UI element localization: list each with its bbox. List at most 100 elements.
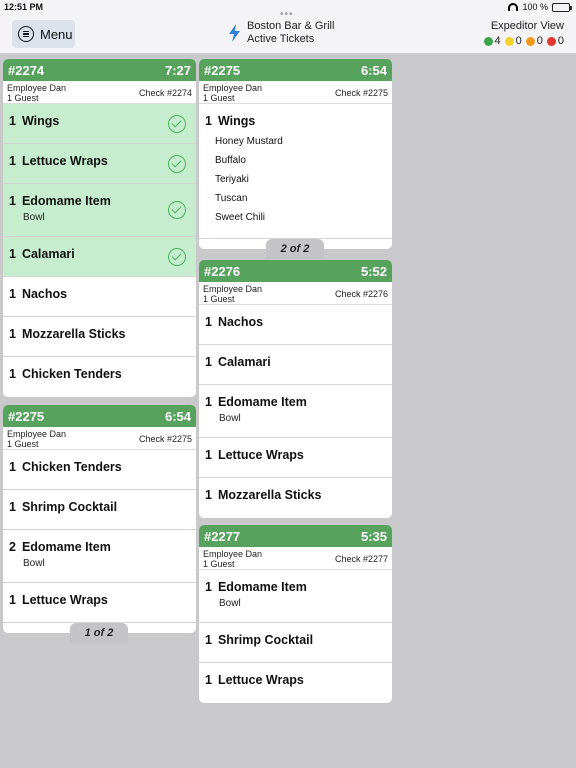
item-quantity: 1 (205, 633, 212, 647)
status-dot-icon (546, 36, 556, 46)
ticket-item[interactable]: 1 Nachos (3, 277, 196, 317)
item-modifier: Bowl (219, 598, 241, 609)
item-quantity: 1 (9, 247, 16, 261)
ticket-card[interactable]: #2274 7:27 Employee Dan 1 Guest Check #2274 1… (3, 59, 196, 397)
ticket-item[interactable]: 1 Lettuce Wraps (199, 438, 392, 478)
item-quantity: 1 (9, 114, 16, 128)
item-name: Lettuce Wraps (21, 154, 108, 168)
ticket-number: #2276 (204, 263, 241, 279)
ticket-item[interactable]: 1 Edomame Item Bowl (3, 184, 196, 237)
item-line: 2 Edomame Item (9, 530, 190, 554)
ticket-timer: 6:54 (164, 408, 191, 424)
item-modifier: Teriyaki (215, 174, 249, 185)
item-modifier: Bowl (23, 212, 45, 223)
item-modifier: Bowl (23, 558, 45, 569)
item-line: 1 Nachos (205, 305, 386, 329)
ticket-item[interactable]: 2 Edomame Item Bowl (3, 530, 196, 583)
item-line: 1 Lettuce Wraps (9, 144, 190, 168)
wifi-icon (508, 3, 519, 11)
lightning-bolt-icon (229, 24, 240, 42)
ticket-item[interactable]: 1 Mozzarella Sticks (3, 317, 196, 357)
status-count: 0 (504, 35, 522, 47)
item-quantity: 1 (9, 500, 16, 514)
item-quantity: 1 (205, 315, 212, 329)
battery-percent: 100 % (522, 2, 548, 12)
check-number: Check #2275 (334, 88, 388, 98)
ticket-info: Employee Dan 1 Guest Check #2275 (3, 427, 196, 450)
item-quantity: 1 (9, 367, 16, 381)
status-counts: 4 0 0 0 (483, 35, 564, 47)
ticket-item[interactable]: 1 Lettuce Wraps (199, 663, 392, 703)
item-quantity: 1 (205, 114, 212, 128)
item-line: 1 Edomame Item (205, 385, 386, 409)
ticket-item[interactable]: 1 Wings Honey Mustard Buffalo Teriyaki Tuscan… (199, 104, 392, 239)
nav-title: Boston Bar & Grill Active Tickets (228, 20, 334, 46)
item-name: Mozzarella Sticks (21, 327, 126, 341)
view-label[interactable]: Expeditor View (484, 20, 564, 32)
item-name: Edomame Item (217, 580, 307, 594)
item-line: 1 Nachos (9, 277, 190, 301)
ticket-item[interactable]: 1 Lettuce Wraps (3, 583, 196, 623)
ticket-number: #2275 (204, 62, 241, 78)
ticket-item[interactable]: 1 Lettuce Wraps (3, 144, 196, 184)
item-name: Calamari (21, 247, 75, 261)
ticket-item[interactable]: 1 Mozzarella Sticks (199, 478, 392, 518)
item-line: 1 Mozzarella Sticks (9, 317, 190, 341)
ticket-timer: 5:35 (360, 528, 387, 544)
status-count-value: 0 (536, 35, 543, 47)
ticket-item[interactable]: 1 Wings (3, 104, 196, 144)
ticket-info: Employee Dan 1 Guest Check #2275 (199, 81, 392, 104)
battery-icon (552, 2, 572, 12)
ticket-header: #2276 5:52 (199, 260, 392, 282)
item-line: 1 Chicken Tenders (9, 450, 190, 474)
ticket-card[interactable]: #2275 6:54 Employee Dan 1 Guest Check #2275 1… (3, 405, 196, 643)
ticket-item[interactable]: 1 Chicken Tenders (3, 450, 196, 490)
page-indicator[interactable]: 2 of 2 (266, 239, 324, 259)
item-name: Calamari (217, 355, 271, 369)
ticket-card[interactable]: #2276 5:52 Employee Dan 1 Guest Check #2276 1… (199, 260, 392, 518)
menu-button[interactable]: Menu (12, 20, 75, 48)
ticket-item[interactable]: 1 Shrimp Cocktail (199, 623, 392, 663)
item-name: Nachos (21, 287, 68, 301)
ticket-timer: 6:54 (360, 62, 387, 78)
item-name: Chicken Tenders (21, 367, 122, 381)
ticket-number: #2275 (8, 408, 45, 424)
restaurant-name: Boston Bar & Grill (247, 20, 335, 32)
item-name: Lettuce Wraps (217, 673, 304, 687)
item-quantity: 1 (9, 287, 16, 301)
ticket-card[interactable]: #2277 5:35 Employee Dan 1 Guest Check #2277 1… (199, 525, 392, 703)
page-subtitle: Active Tickets (247, 33, 315, 45)
item-quantity: 1 (9, 593, 16, 607)
ticket-card[interactable]: #2275 6:54 Employee Dan 1 Guest Check #2275 1… (199, 59, 392, 259)
ticket-item[interactable]: 1 Edomame Item Bowl (199, 570, 392, 623)
checkmark-circle-icon (168, 247, 186, 266)
item-line: 1 Chicken Tenders (9, 357, 190, 381)
nav-bar: ••• Menu Boston Bar & Grill Active Ticke… (0, 9, 576, 54)
item-name: Lettuce Wraps (217, 448, 304, 462)
item-line: 1 Wings (9, 104, 190, 128)
status-count: 4 (483, 35, 501, 47)
status-right: 100 % (508, 2, 572, 12)
ticket-number: #2277 (204, 528, 241, 544)
item-modifier: Honey Mustard (215, 136, 283, 147)
item-quantity: 1 (9, 327, 16, 341)
view-indicator: Expeditor View 4 0 0 0 (483, 20, 564, 47)
item-quantity: 2 (9, 540, 16, 554)
ticket-item[interactable]: 1 Chicken Tenders (3, 357, 196, 397)
item-quantity: 1 (9, 154, 16, 168)
ticket-item[interactable]: 1 Edomame Item Bowl (199, 385, 392, 438)
ticket-item[interactable]: 1 Calamari (3, 237, 196, 277)
ticket-item[interactable]: 1 Nachos (199, 305, 392, 345)
ticket-header: #2275 6:54 (3, 405, 196, 427)
item-line: 1 Lettuce Wraps (205, 663, 386, 687)
status-dot-icon (504, 36, 514, 46)
ticket-info: Employee Dan 1 Guest Check #2276 (199, 282, 392, 305)
ticket-item[interactable]: 1 Shrimp Cocktail (3, 490, 196, 530)
multitask-dots-icon[interactable]: ••• (280, 9, 294, 20)
ticket-item[interactable]: 1 Calamari (199, 345, 392, 385)
item-name: Edomame Item (21, 194, 111, 208)
item-line: 1 Wings (205, 104, 386, 128)
page-indicator[interactable]: 1 of 2 (70, 623, 128, 643)
item-name: Lettuce Wraps (21, 593, 108, 607)
ticket-info: Employee Dan 1 Guest Check #2274 (3, 81, 196, 104)
